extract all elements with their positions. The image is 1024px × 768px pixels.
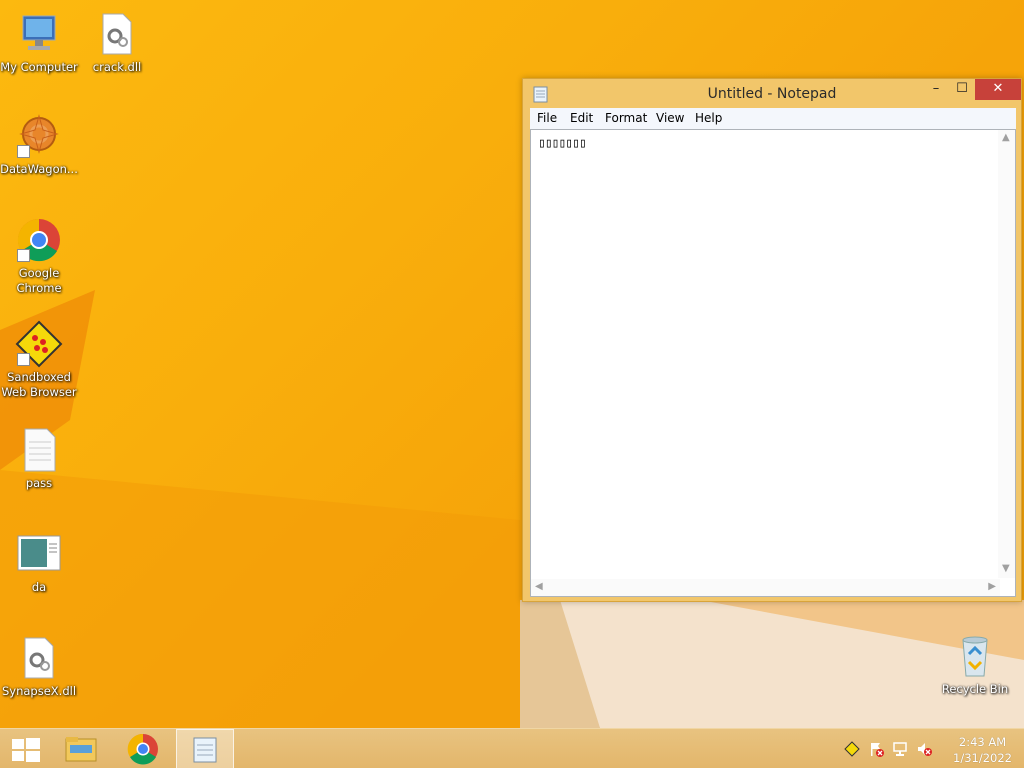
vertical-scrollbar[interactable]: ▲ ▼ [998, 130, 1015, 578]
menu-file[interactable]: File [537, 111, 557, 125]
windows-logo-icon [12, 738, 40, 762]
system-tray: 2:43 AM 1/31/2022 [824, 729, 1024, 768]
taskbar: 2:43 AM 1/31/2022 [0, 728, 1024, 768]
minimize-button[interactable]: – [923, 79, 949, 100]
desktop-icon-sandboxed-web-browser[interactable]: Sandboxed Web Browser [0, 320, 78, 400]
folder-icon [65, 737, 97, 762]
taskbar-clock[interactable]: 2:43 AM 1/31/2022 [953, 734, 1012, 766]
clock-date: 1/31/2022 [953, 751, 1012, 765]
close-button[interactable]: ✕ [975, 79, 1021, 100]
desktop-icon-my-computer[interactable]: My Computer [0, 10, 78, 75]
desktop-icon-label: crack.dll [92, 60, 142, 74]
network-icon[interactable] [892, 741, 908, 757]
desktop-background: My Computer crack.dll DataWagon... Googl… [0, 0, 1024, 728]
volume-muted-icon[interactable] [916, 741, 932, 757]
datawagon-icon [15, 112, 63, 160]
desktop-icon-label: SynapseX.dll [1, 684, 77, 698]
sandboxie-tray-icon[interactable] [844, 741, 860, 757]
menu-view[interactable]: View [656, 111, 684, 125]
desktop-icon-recycle-bin[interactable]: Recycle Bin [936, 632, 1014, 697]
scroll-down-arrow-icon[interactable]: ▼ [1002, 563, 1010, 574]
desktop-icon-label: Recycle Bin [941, 682, 1009, 696]
desktop-icon-label: My Computer [0, 60, 78, 74]
shortcut-arrow-icon [17, 353, 30, 366]
notepad-text-content: ▯▯▯▯▯▯▯ [538, 136, 587, 151]
chrome-icon [127, 733, 158, 765]
sandboxed-browser-icon [15, 320, 63, 368]
action-center-flag-icon[interactable] [868, 741, 884, 757]
taskbar-google-chrome[interactable] [114, 729, 172, 768]
image-file-icon [15, 530, 63, 578]
recycle-bin-icon [951, 632, 999, 680]
desktop-icon-google-chrome[interactable]: Google Chrome [0, 216, 78, 296]
chrome-icon [15, 216, 63, 264]
desktop-icon-label: Google Chrome [16, 266, 62, 295]
desktop-icon-da[interactable]: da [0, 530, 78, 595]
notepad-window[interactable]: Untitled - Notepad – ☐ ✕ File Edit Forma… [522, 78, 1022, 602]
maximize-button[interactable]: ☐ [949, 79, 975, 100]
computer-icon [15, 10, 63, 58]
notepad-titlebar[interactable]: Untitled - Notepad – ☐ ✕ [523, 79, 1021, 109]
scroll-left-arrow-icon[interactable]: ◀ [535, 581, 543, 592]
desktop-icon-pass[interactable]: pass [0, 426, 78, 491]
dll-file-icon [15, 634, 63, 682]
desktop-icon-label: Sandboxed Web Browser [1, 370, 77, 399]
start-button[interactable] [0, 729, 58, 768]
taskbar-file-explorer[interactable] [52, 729, 110, 768]
notepad-menubar: File Edit Format View Help [530, 108, 1016, 129]
desktop-icon-synapsex-dll[interactable]: SynapseX.dll [0, 634, 78, 699]
desktop-icon-datawagon[interactable]: DataWagon... [0, 112, 78, 177]
horizontal-scrollbar[interactable]: ◀ ▶ [531, 579, 1000, 596]
menu-edit[interactable]: Edit [570, 111, 593, 125]
clock-time: 2:43 AM [958, 735, 1007, 749]
desktop-icon-label: pass [25, 476, 53, 490]
taskbar-notepad[interactable] [176, 729, 234, 768]
menu-help[interactable]: Help [695, 111, 722, 125]
menu-format[interactable]: Format [605, 111, 647, 125]
scroll-up-arrow-icon[interactable]: ▲ [1002, 132, 1010, 143]
desktop-icon-label: DataWagon... [0, 162, 78, 176]
scroll-right-arrow-icon[interactable]: ▶ [988, 581, 996, 592]
shortcut-arrow-icon [17, 249, 30, 262]
shortcut-arrow-icon [17, 145, 30, 158]
desktop-icon-crack-dll[interactable]: crack.dll [78, 10, 156, 75]
notepad-icon [193, 737, 217, 763]
desktop-icon-label: da [31, 580, 47, 594]
dll-file-icon [93, 10, 141, 58]
text-file-icon [15, 426, 63, 474]
notepad-text-area[interactable]: ▯▯▯▯▯▯▯ ▲ ▼ ◀ ▶ [530, 129, 1016, 597]
